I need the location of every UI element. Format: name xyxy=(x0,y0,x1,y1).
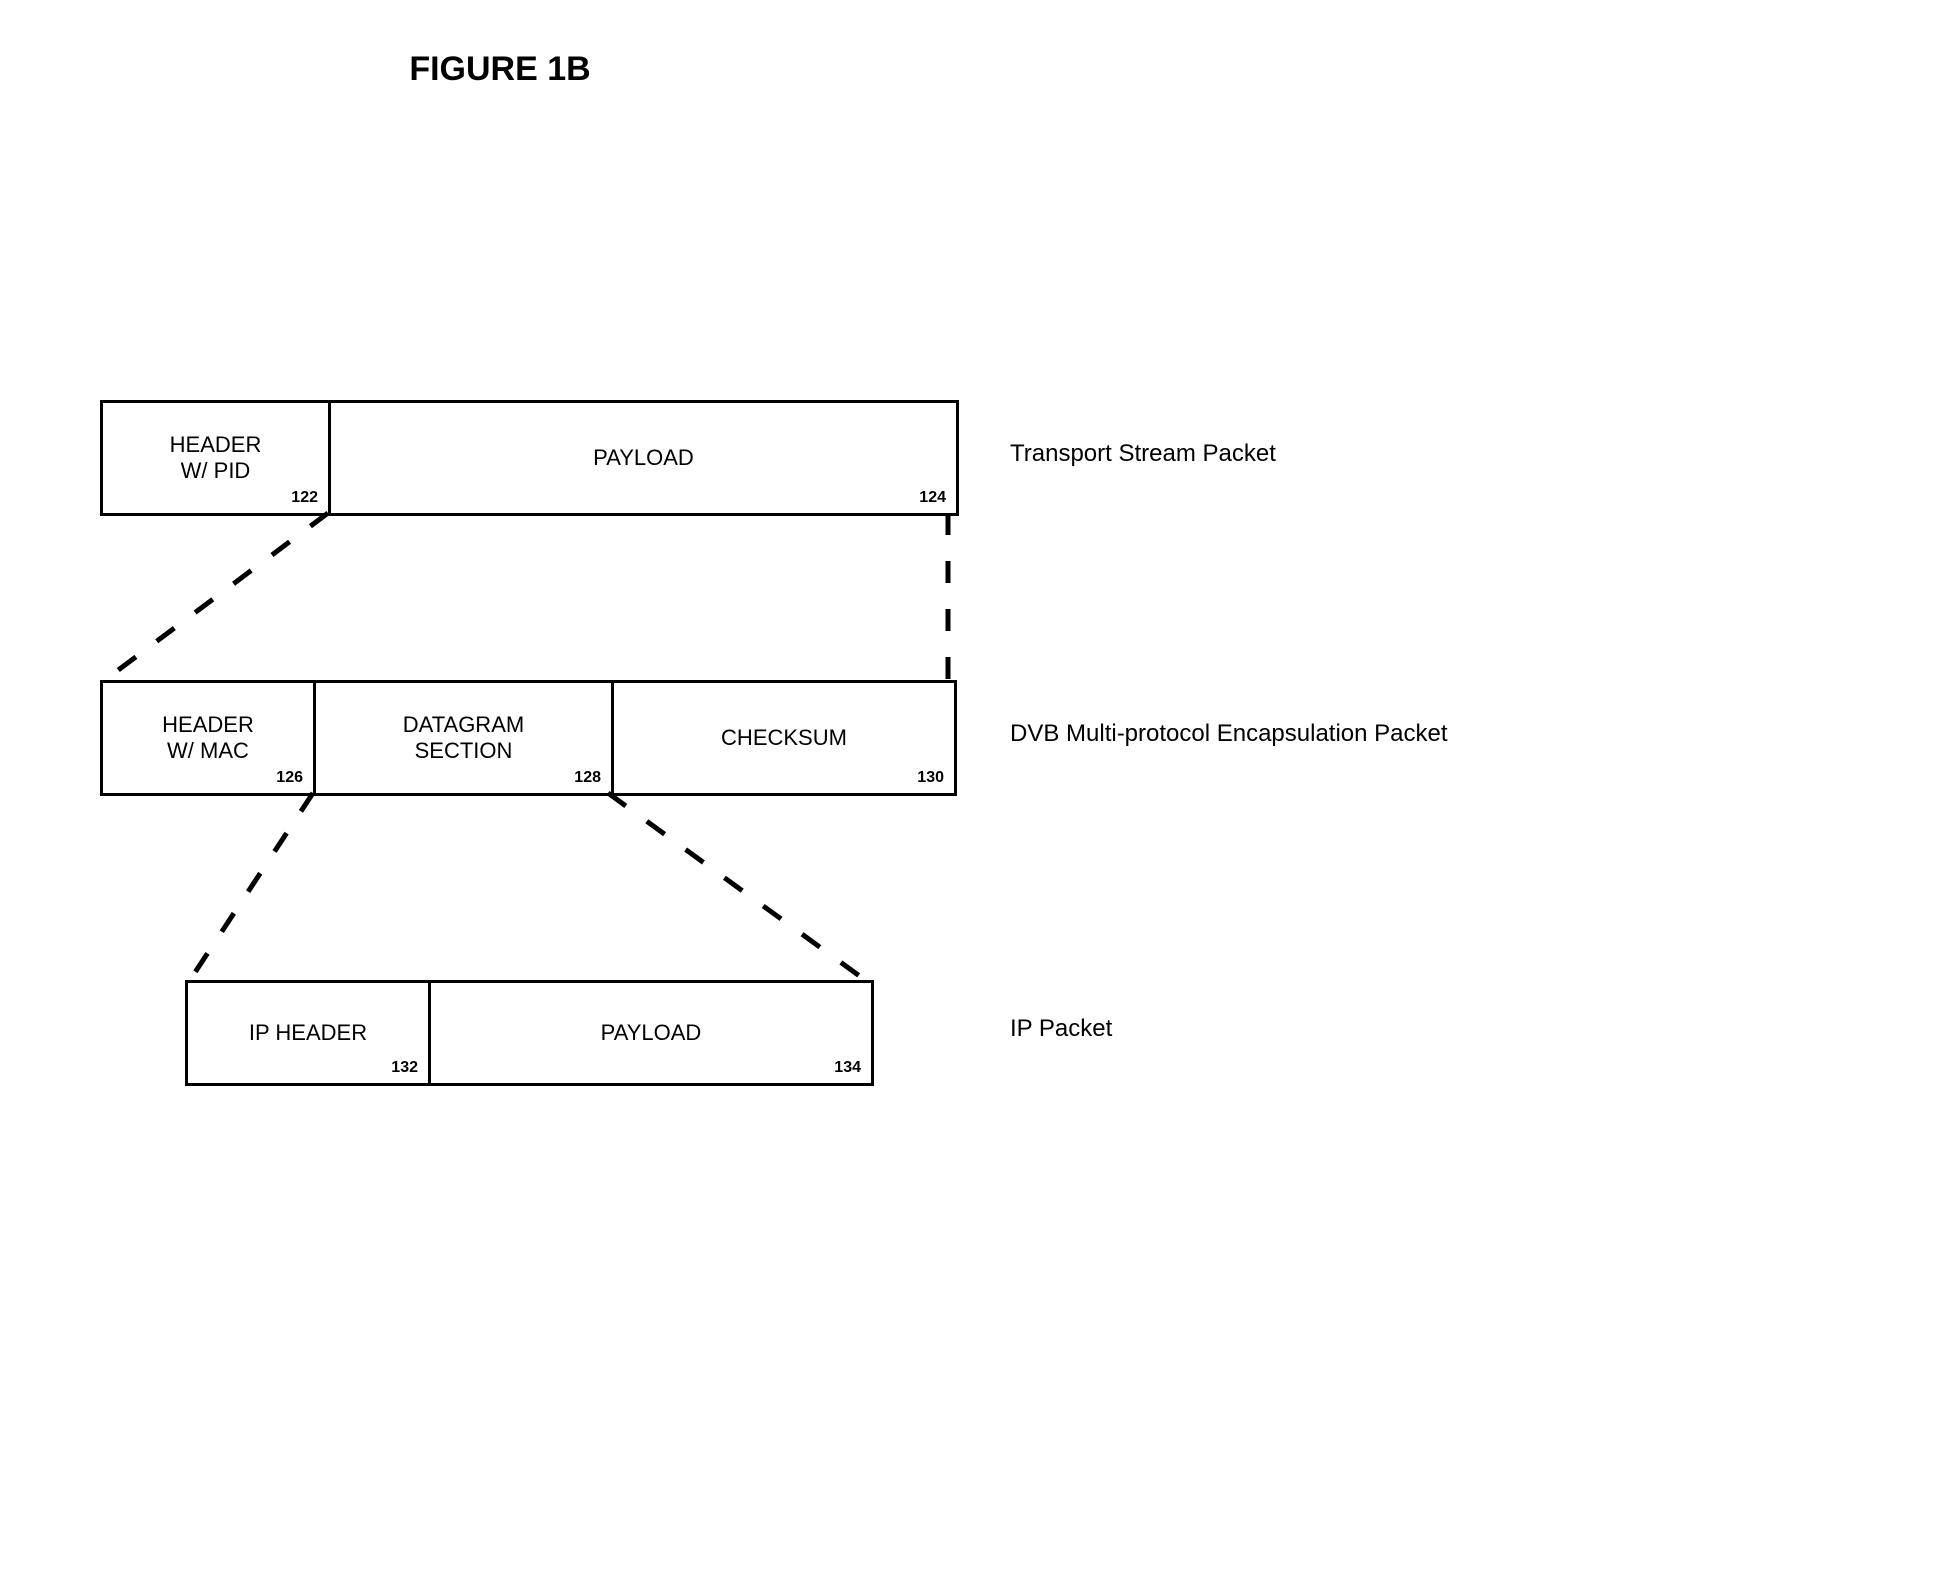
box-ip-payload: PAYLOAD 134 xyxy=(431,980,874,1086)
ref-number: 130 xyxy=(917,769,944,787)
box-text: DATAGRAM SECTION xyxy=(403,712,524,764)
row-label-ts: Transport Stream Packet xyxy=(1010,440,1276,468)
ref-number: 128 xyxy=(574,769,601,787)
box-header-pid: HEADER W/ PID 122 xyxy=(100,400,331,516)
ref-number: 134 xyxy=(834,1059,861,1077)
row-label-dvb: DVB Multi-protocol Encapsulation Packet xyxy=(1010,720,1448,748)
row-transport-stream: HEADER W/ PID 122 PAYLOAD 124 xyxy=(100,400,959,516)
box-payload-ts: PAYLOAD 124 xyxy=(331,400,959,516)
box-text: PAYLOAD xyxy=(601,1020,702,1046)
box-datagram: DATAGRAM SECTION 128 xyxy=(316,680,614,796)
box-ip-header: IP HEADER 132 xyxy=(185,980,431,1086)
ref-number: 132 xyxy=(391,1059,418,1077)
row-label-ip: IP Packet xyxy=(1010,1015,1112,1043)
ref-number: 124 xyxy=(919,489,946,507)
ref-number: 122 xyxy=(291,489,318,507)
box-text: HEADER W/ PID xyxy=(170,432,262,484)
box-header-mac: HEADER W/ MAC 126 xyxy=(100,680,316,796)
box-text: PAYLOAD xyxy=(593,445,694,471)
ref-number: 126 xyxy=(276,769,303,787)
box-text: CHECKSUM xyxy=(721,725,847,751)
row-ip-packet: IP HEADER 132 PAYLOAD 134 xyxy=(185,980,874,1086)
box-text: HEADER W/ MAC xyxy=(162,712,254,764)
box-text: IP HEADER xyxy=(249,1020,367,1046)
figure-title: FIGURE 1B xyxy=(0,50,1000,89)
row-dvb-mpe: HEADER W/ MAC 126 DATAGRAM SECTION 128 C… xyxy=(100,680,957,796)
box-checksum: CHECKSUM 130 xyxy=(614,680,957,796)
